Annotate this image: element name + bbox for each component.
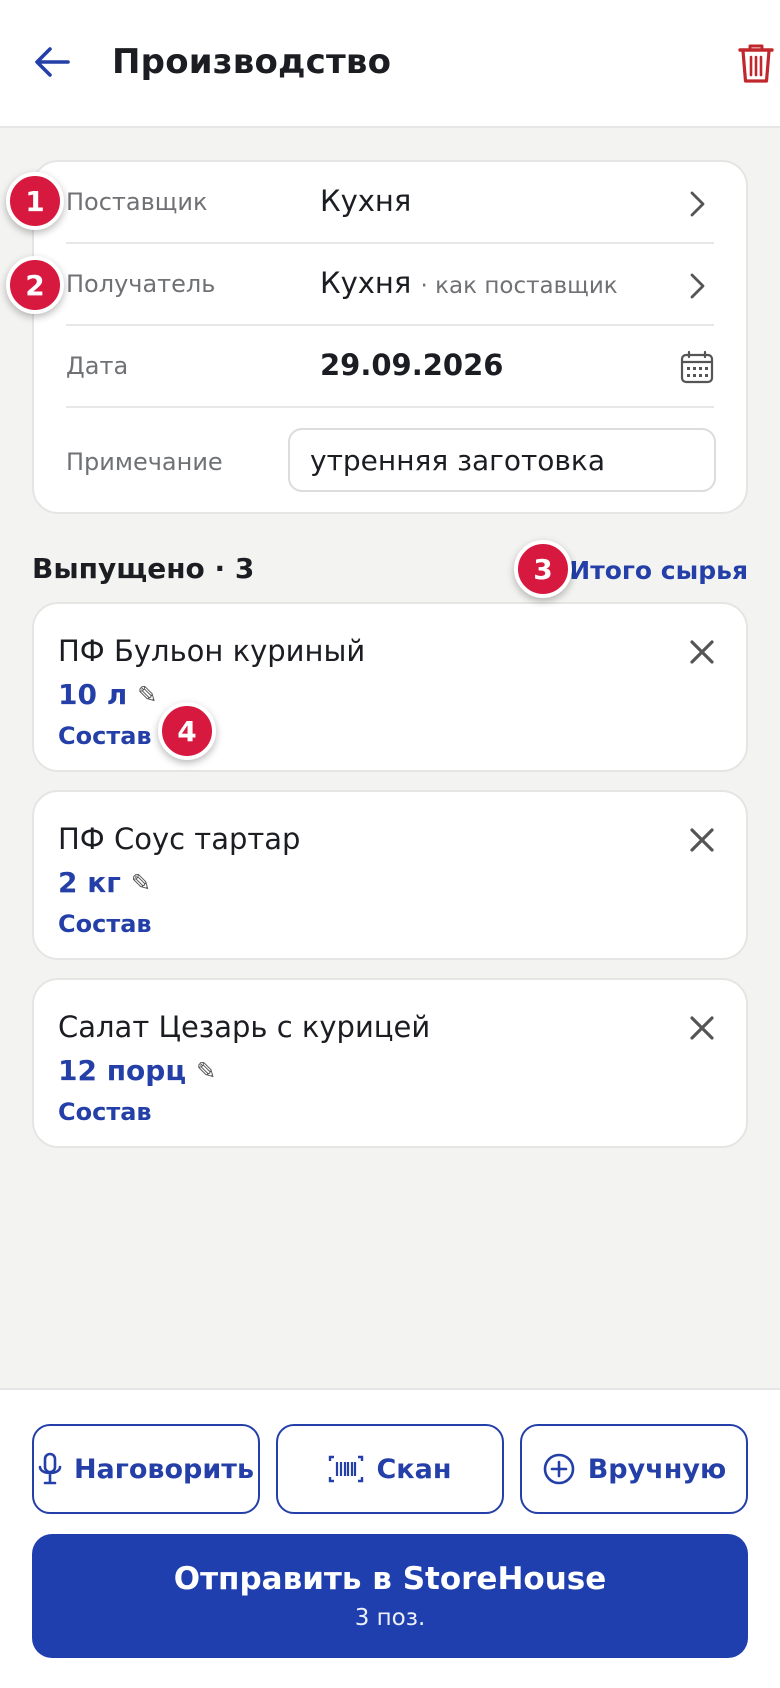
item-composition-link[interactable]: Состав bbox=[58, 722, 152, 750]
item-qty[interactable]: 2 кг ✎ bbox=[58, 866, 151, 899]
item-qty-value: 2 кг bbox=[58, 866, 121, 899]
callout-badge: 1 bbox=[6, 172, 64, 230]
receiver-label: Получатель bbox=[66, 270, 216, 298]
item-name: ПФ Бульон куриный bbox=[58, 634, 366, 668]
close-icon[interactable] bbox=[684, 822, 720, 858]
produced-item: ПФ Соус тартар 2 кг ✎ Состав bbox=[32, 790, 748, 960]
date-value: 29.09.2026 bbox=[320, 348, 504, 382]
microphone-icon bbox=[38, 1452, 62, 1485]
submit-label: Отправить в StoreHouse bbox=[173, 1561, 607, 1597]
calendar-icon[interactable] bbox=[680, 350, 714, 384]
receiver-name: Кухня bbox=[320, 266, 412, 300]
callout-badge: 2 bbox=[6, 256, 64, 314]
manual-add-label: Вручную bbox=[587, 1453, 727, 1485]
date-label: Дата bbox=[66, 352, 129, 380]
item-name: ПФ Соус тартар bbox=[58, 822, 301, 856]
chevron-right-icon bbox=[690, 191, 705, 217]
delete-button[interactable] bbox=[738, 42, 778, 86]
remark-input[interactable] bbox=[288, 428, 716, 492]
date-row[interactable]: Дата 29.09.2026 bbox=[66, 326, 714, 408]
pencil-icon: ✎ bbox=[196, 1056, 217, 1085]
scan-button[interactable]: Скан bbox=[276, 1424, 504, 1514]
item-qty[interactable]: 12 порц ✎ bbox=[58, 1054, 216, 1087]
app-header: Производство bbox=[0, 0, 780, 128]
produced-title: Выпущено · 3 bbox=[32, 552, 255, 585]
receiver-value: Кухня · как поставщик bbox=[320, 266, 618, 300]
voice-input-label: Наговорить bbox=[73, 1453, 255, 1485]
submit-to-storehouse-button[interactable]: Отправить в StoreHouse 3 поз. bbox=[32, 1534, 748, 1658]
close-icon[interactable] bbox=[684, 1010, 720, 1046]
item-qty[interactable]: 10 л ✎ bbox=[58, 678, 157, 711]
supplier-row[interactable]: Поставщик Кухня bbox=[66, 162, 714, 244]
callout-badge: 4 bbox=[158, 702, 216, 760]
chevron-right-icon bbox=[690, 273, 705, 299]
pencil-icon: ✎ bbox=[130, 868, 151, 897]
manual-add-button[interactable]: Вручную bbox=[520, 1424, 748, 1514]
item-composition-link[interactable]: Состав bbox=[58, 910, 152, 938]
trash-icon bbox=[738, 44, 774, 83]
pencil-icon: ✎ bbox=[137, 680, 158, 709]
receiver-note: · как поставщик bbox=[420, 273, 618, 299]
close-icon[interactable] bbox=[684, 634, 720, 670]
scan-label: Скан bbox=[376, 1453, 452, 1485]
arrow-left-icon bbox=[35, 47, 70, 77]
item-name: Салат Цезарь с курицей bbox=[58, 1010, 431, 1044]
back-button[interactable] bbox=[32, 42, 72, 82]
item-composition-link[interactable]: Состав bbox=[58, 1098, 152, 1126]
bottom-action-panel: Наговорить Скан Вручную Отправить в Stor… bbox=[0, 1388, 780, 1688]
produced-item: Салат Цезарь с курицей 12 порц ✎ Состав bbox=[32, 978, 748, 1148]
document-form-card: Поставщик Кухня Получатель Кухня · как п… bbox=[32, 160, 748, 514]
item-qty-value: 10 л bbox=[58, 678, 128, 711]
remark-label: Примечание bbox=[66, 448, 223, 476]
supplier-value: Кухня bbox=[320, 184, 412, 218]
supplier-label: Поставщик bbox=[66, 188, 208, 216]
produced-item: ПФ Бульон куриный 10 л ✎ Состав bbox=[32, 602, 748, 772]
voice-input-button[interactable]: Наговорить bbox=[32, 1424, 260, 1514]
plus-circle-icon bbox=[543, 1453, 575, 1485]
raw-totals-link[interactable]: Итого сырья bbox=[569, 556, 748, 585]
item-qty-value: 12 порц bbox=[58, 1054, 187, 1087]
submit-count: 3 поз. bbox=[354, 1605, 426, 1631]
callout-badge: 3 bbox=[514, 540, 572, 598]
receiver-row[interactable]: Получатель Кухня · как поставщик bbox=[66, 244, 714, 326]
page-title: Производство bbox=[112, 42, 392, 82]
barcode-icon bbox=[329, 1455, 364, 1483]
